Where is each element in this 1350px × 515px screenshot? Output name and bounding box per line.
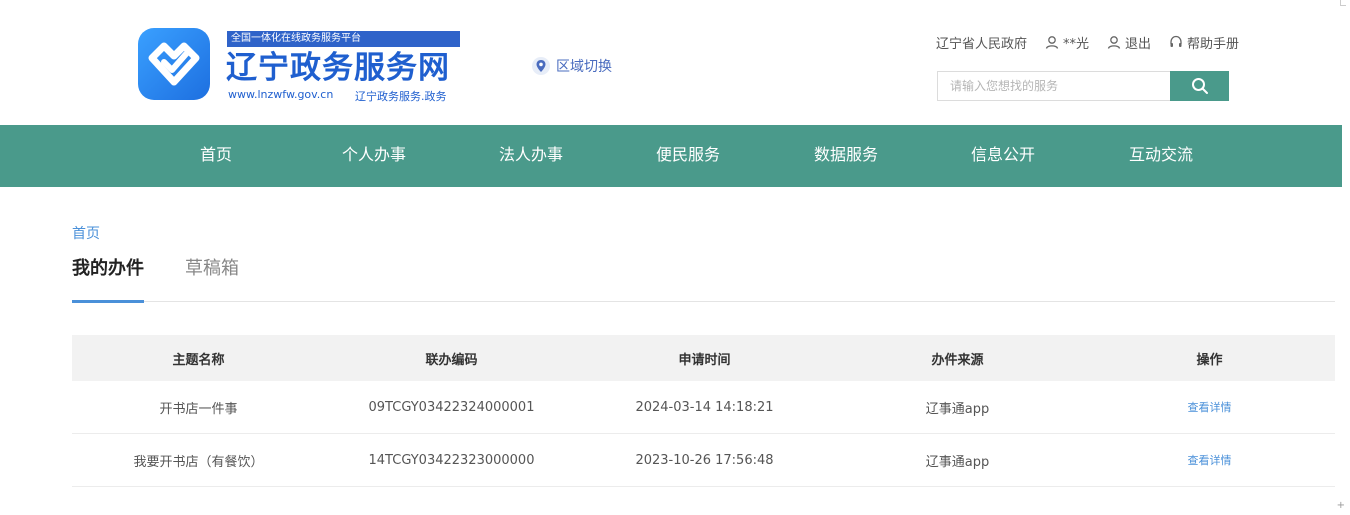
table-row: 开书店一件事 09TCGY03422324000001 2024-03-14 1…	[72, 381, 1335, 434]
column-header: 申请时间	[678, 352, 731, 368]
nav-item-interaction[interactable]: 互动交流	[1129, 125, 1193, 187]
nav-item-home[interactable]: 首页	[200, 125, 232, 187]
search-button[interactable]	[1170, 71, 1229, 101]
site-title[interactable]: 辽宁政务服务网	[226, 48, 450, 88]
column-header: 办件来源	[931, 352, 984, 368]
tab-my-cases[interactable]: 我的办件	[72, 256, 144, 303]
nav-item-info-public[interactable]: 信息公开	[971, 125, 1035, 187]
logout-link[interactable]: 退出	[1107, 33, 1151, 52]
column-header: 操作	[1196, 352, 1223, 368]
column-header: 联办编码	[425, 352, 478, 368]
site-logo[interactable]	[138, 28, 210, 100]
search-bar	[937, 71, 1229, 101]
region-switch[interactable]: 区域切换	[532, 55, 612, 77]
tab-bar: 我的办件 草稿箱	[72, 256, 1335, 303]
user-link[interactable]: **光	[1045, 33, 1089, 52]
column-header: 主题名称	[172, 352, 225, 368]
corner-divider	[1340, 0, 1346, 6]
heart-check-logo-icon	[148, 42, 200, 86]
nav-item-personal[interactable]: 个人办事	[342, 125, 406, 187]
main-nav: 首页 个人办事 法人办事 便民服务 数据服务 信息公开 互动交流	[0, 125, 1342, 187]
help-label: 帮助手册	[1187, 36, 1240, 52]
search-input[interactable]	[937, 71, 1170, 101]
headset-icon	[1170, 35, 1182, 47]
user-icon	[1107, 36, 1121, 49]
site-url: www.lnzwfw.gov.cn	[228, 88, 334, 101]
breadcrumb[interactable]: 首页	[72, 223, 100, 243]
help-link[interactable]: 帮助手册	[1169, 33, 1239, 52]
source-cell: 辽事通app	[925, 401, 990, 417]
cases-table: 主题名称 联办编码 申请时间 办件来源 操作 开书店一件事 09TCGY0342…	[72, 335, 1335, 487]
subject-name-cell: 我要开书店（有餐饮）	[133, 454, 264, 470]
user-name: **光	[1063, 36, 1090, 52]
nav-item-legal-entity[interactable]: 法人办事	[499, 125, 563, 187]
region-switch-label: 区域切换	[556, 59, 612, 75]
apply-time-cell: 2024-03-14 14:18:21	[635, 399, 774, 415]
view-details-link[interactable]: 查看详情	[1188, 399, 1232, 415]
case-code-cell: 09TCGY03422324000001	[368, 399, 535, 415]
subject-name-cell: 开书店一件事	[159, 401, 238, 417]
user-icon	[1045, 36, 1059, 49]
case-code-cell: 14TCGY03422323000000	[368, 452, 535, 468]
tab-drafts[interactable]: 草稿箱	[185, 256, 239, 302]
platform-tagline: 全国一体化在线政务服务平台	[227, 31, 460, 47]
action-cell: 查看详情	[1084, 434, 1335, 486]
search-icon	[1191, 78, 1208, 94]
action-cell: 查看详情	[1084, 381, 1335, 433]
gov-link[interactable]: 辽宁省人民政府	[936, 33, 1027, 52]
location-pin-icon	[532, 57, 550, 75]
apply-time-cell: 2023-10-26 17:56:48	[635, 452, 774, 468]
table-header: 主题名称 联办编码 申请时间 办件来源 操作	[72, 335, 1335, 381]
source-cell: 辽事通app	[925, 454, 990, 470]
nav-item-convenience[interactable]: 便民服务	[656, 125, 720, 187]
table-row: 我要开书店（有餐饮） 14TCGY03422323000000 2023-10-…	[72, 434, 1335, 487]
view-details-link[interactable]: 查看详情	[1188, 452, 1232, 468]
nav-item-data[interactable]: 数据服务	[814, 125, 878, 187]
logout-label: 退出	[1125, 36, 1152, 52]
top-links: 辽宁省人民政府 **光 退出 帮助手册	[936, 33, 1257, 52]
site-header: 全国一体化在线政务服务平台 辽宁政务服务网 www.lnzwfw.gov.cn …	[0, 0, 1350, 125]
plus-icon: +	[1336, 500, 1345, 511]
site-subtitle: 辽宁政务服务.政务	[355, 90, 447, 103]
